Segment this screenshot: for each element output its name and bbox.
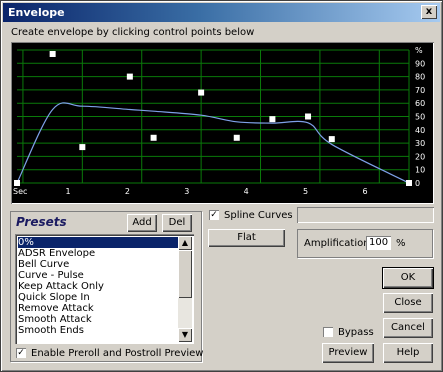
preset-item[interactable]: Bell Curve <box>18 259 178 270</box>
control-point[interactable] <box>150 134 157 141</box>
control-point[interactable] <box>328 136 335 143</box>
preset-item[interactable]: ADSR Envelope <box>18 248 178 259</box>
y-axis-label: 90 <box>415 59 425 68</box>
presets-label: Presets <box>16 215 67 229</box>
preroll-checkbox[interactable]: ✓ <box>16 348 26 358</box>
control-point[interactable] <box>269 116 276 123</box>
presets-scrollbar[interactable]: ▲ ▼ <box>178 236 192 342</box>
preset-item[interactable]: 0% <box>18 237 178 248</box>
preset-item[interactable]: Curve - Pulse <box>18 270 178 281</box>
envelope-dialog: Envelope x Create envelope by clicking c… <box>0 0 443 372</box>
control-point[interactable] <box>406 180 412 186</box>
y-axis-label: 30 <box>415 139 425 148</box>
help-button[interactable]: Help <box>383 343 433 363</box>
amplification-unit: % <box>396 238 406 249</box>
y-axis-label: 20 <box>415 152 425 161</box>
control-point[interactable] <box>305 113 312 120</box>
y-axis-label: 60 <box>415 99 425 108</box>
x-axis-label: 4 <box>244 187 249 196</box>
add-preset-button[interactable]: Add <box>127 214 157 232</box>
preset-item[interactable]: Remove Attack <box>18 303 178 314</box>
envelope-graph-canvas[interactable]: % 90 80 70 60 50 40 30 20 10 0 Sec 1 2 3 4 5 6 <box>11 42 434 204</box>
control-point[interactable] <box>233 134 240 141</box>
preview-button[interactable]: Preview <box>322 343 374 363</box>
x-axis-label: Sec <box>13 187 27 196</box>
spline-curves-checkbox[interactable]: ✓ <box>209 210 219 220</box>
control-point[interactable] <box>126 73 133 80</box>
bypass-checkbox[interactable] <box>323 327 333 337</box>
amplification-input[interactable]: 100 <box>366 236 391 250</box>
y-axis-label: 40 <box>415 126 425 135</box>
control-point[interactable] <box>79 144 86 151</box>
scroll-down-icon[interactable]: ▼ <box>178 328 192 342</box>
title-bar[interactable]: Envelope x <box>3 3 440 22</box>
ok-button[interactable]: OK <box>382 267 434 289</box>
control-point[interactable] <box>49 50 56 57</box>
y-axis-label: 10 <box>415 166 425 175</box>
preset-item[interactable]: Smooth Attack <box>18 314 178 325</box>
cancel-button[interactable]: Cancel <box>383 318 433 338</box>
spline-curves-label: Spline Curves <box>224 210 293 221</box>
instruction-text: Create envelope by clicking control poin… <box>11 27 255 38</box>
preset-item[interactable]: Smooth Ends <box>18 325 178 336</box>
y-axis-label: 70 <box>415 86 425 95</box>
scroll-up-icon[interactable]: ▲ <box>178 236 192 250</box>
x-axis-label: 3 <box>184 187 189 196</box>
info-field <box>297 207 434 223</box>
control-point[interactable] <box>198 89 205 96</box>
y-axis-label: 50 <box>415 113 425 122</box>
x-axis-label: 1 <box>65 187 70 196</box>
envelope-graph[interactable]: % 90 80 70 60 50 40 30 20 10 0 Sec 1 2 3 4 5 6 <box>11 42 434 204</box>
x-axis-label: 2 <box>125 187 130 196</box>
window-title: Envelope <box>8 6 65 19</box>
y-axis-label: 0 <box>415 179 420 188</box>
x-axis-label: 6 <box>362 187 367 196</box>
preset-item[interactable]: Keep Attack Only <box>18 281 178 292</box>
amplification-label: Amplification <box>304 238 370 249</box>
preroll-label: Enable Preroll and Postroll Preview <box>31 348 204 359</box>
y-axis-label: 80 <box>415 73 425 82</box>
close-icon[interactable]: x <box>421 5 437 19</box>
delete-preset-button[interactable]: Del <box>162 214 192 232</box>
bypass-label: Bypass <box>338 327 374 338</box>
x-axis-label: 5 <box>303 187 308 196</box>
flat-button[interactable]: Flat <box>208 229 285 247</box>
presets-list[interactable]: 0% ADSR Envelope Bell Curve Curve - Pulse Ke… <box>15 234 194 344</box>
y-axis-label: % <box>415 46 423 55</box>
scroll-thumb[interactable] <box>178 250 192 298</box>
control-point[interactable] <box>14 180 20 186</box>
close-button[interactable]: Close <box>383 293 433 313</box>
preset-item[interactable]: Quick Slope In <box>18 292 178 303</box>
